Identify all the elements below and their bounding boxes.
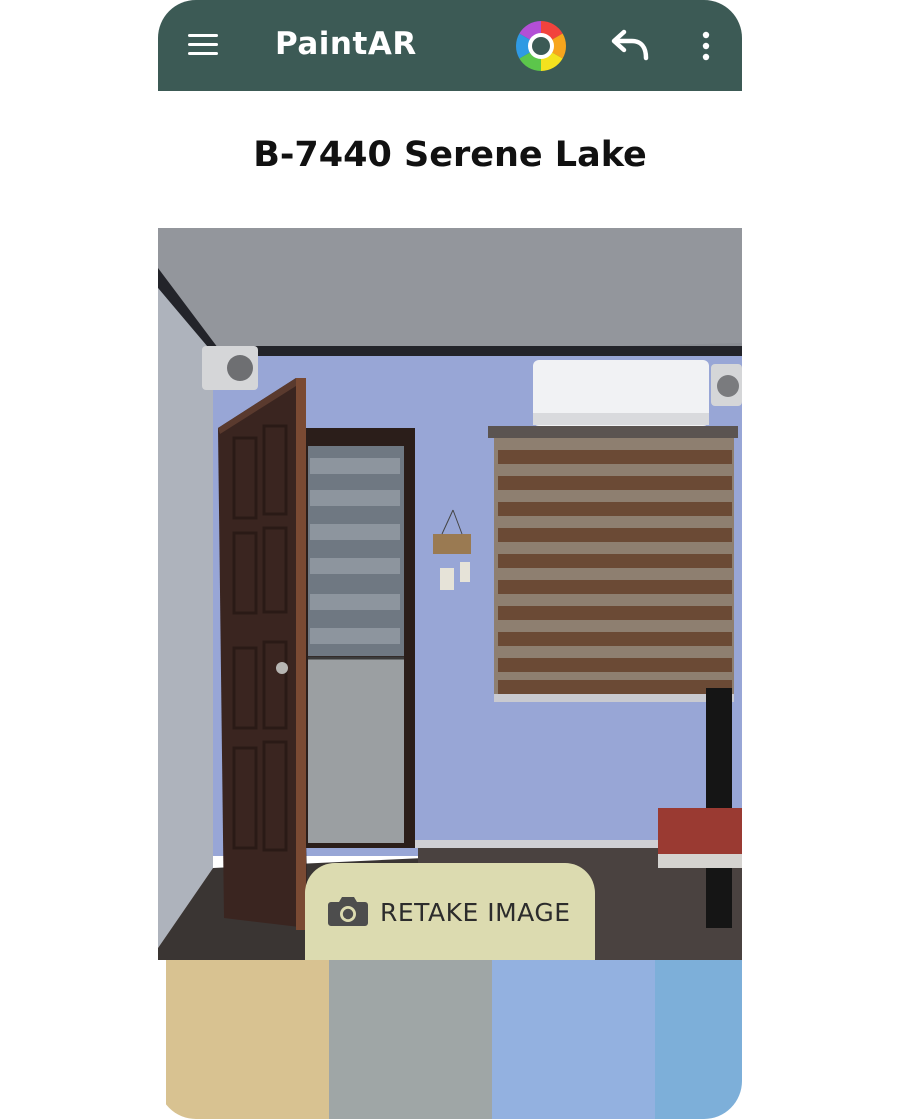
palette-swatch-3[interactable]: [492, 960, 655, 1119]
palette-swatch-2[interactable]: [329, 960, 492, 1119]
paint-color-name: B-7440 Serene Lake: [253, 135, 647, 175]
hamburger-menu-icon[interactable]: [186, 30, 220, 58]
app-title: PaintAR: [275, 26, 417, 62]
color-wheel-icon[interactable]: [515, 20, 567, 72]
color-palette: [158, 960, 742, 1119]
camera-icon: [328, 897, 368, 926]
phone-screen: PaintAR B-7440 Serene Lake RETAKE IMAGE: [158, 0, 742, 1119]
room-photo: [158, 228, 742, 960]
palette-swatch-1[interactable]: [166, 960, 329, 1119]
retake-image-button[interactable]: RETAKE IMAGE: [305, 863, 595, 960]
more-vertical-icon[interactable]: [694, 26, 718, 66]
undo-arrow-icon[interactable]: [610, 24, 652, 66]
palette-swatch-4[interactable]: [655, 960, 742, 1119]
retake-image-label: RETAKE IMAGE: [380, 898, 571, 927]
app-bar: PaintAR: [158, 0, 742, 91]
